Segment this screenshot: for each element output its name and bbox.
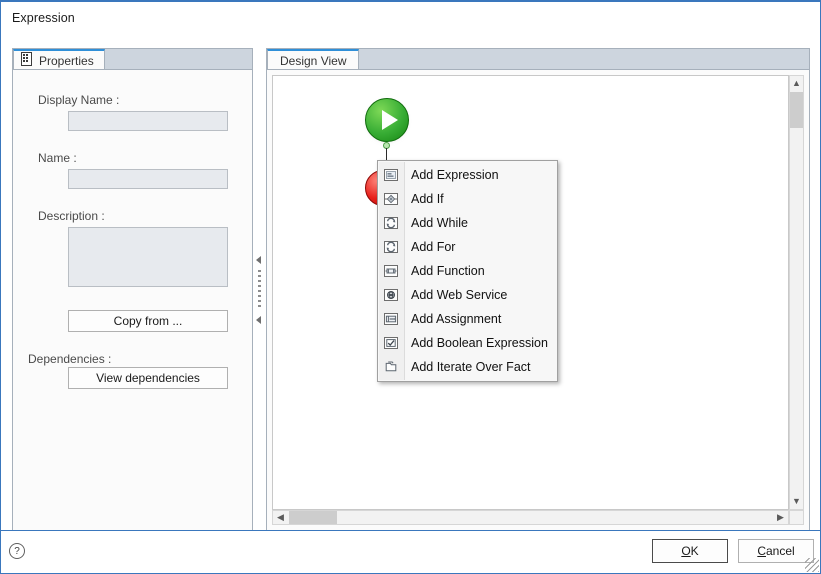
web-service-globe-icon (378, 283, 404, 307)
menu-item-label: Add If (411, 192, 444, 206)
menu-item-label: Add Iterate Over Fact (411, 360, 531, 374)
function-icon (378, 259, 404, 283)
properties-document-icon (20, 52, 34, 69)
horizontal-scroll-thumb[interactable] (289, 511, 337, 524)
canvas-vertical-scrollbar[interactable]: ▲ ▼ (789, 75, 804, 510)
start-node[interactable] (365, 98, 409, 142)
splitter-collapse-down-icon[interactable] (256, 316, 261, 324)
cancel-mnemonic: C (757, 544, 766, 558)
properties-body: Display Name : Name : Description : Copy… (12, 69, 253, 531)
scroll-up-button[interactable]: ▲ (790, 76, 803, 91)
name-label: Name : (38, 151, 77, 165)
scroll-left-button[interactable]: ◀ (273, 511, 288, 524)
tab-properties-label: Properties (39, 53, 94, 68)
menu-item-add-boolean-expression[interactable]: Add Boolean Expression (378, 331, 557, 355)
tab-properties[interactable]: Properties (13, 49, 105, 71)
menu-item-add-if[interactable]: Add If (378, 187, 557, 211)
scroll-right-button[interactable]: ▶ (773, 511, 788, 524)
menu-item-add-while[interactable]: Add While (378, 211, 557, 235)
description-label: Description : (38, 209, 105, 223)
design-tabstrip: Design View (266, 48, 810, 71)
title-bar: Expression (1, 2, 820, 34)
panel-splitter[interactable] (254, 48, 264, 531)
description-input[interactable] (68, 227, 228, 287)
view-dependencies-button[interactable]: View dependencies (68, 367, 228, 389)
menu-item-add-web-service[interactable]: Add Web Service (378, 283, 557, 307)
copy-from-button[interactable]: Copy from ... (68, 310, 228, 332)
menu-item-label: Add For (411, 240, 456, 254)
display-name-input[interactable] (68, 111, 228, 131)
help-question-icon[interactable]: ? (9, 543, 25, 559)
expression-icon (378, 163, 404, 187)
menu-item-label: Add Web Service (411, 288, 508, 302)
menu-item-label: Add Assignment (411, 312, 502, 326)
menu-item-label: Add While (411, 216, 468, 230)
menu-item-label: Add Boolean Expression (411, 336, 548, 350)
name-input[interactable] (68, 169, 228, 189)
resize-grip-icon[interactable] (805, 558, 819, 572)
play-triangle-icon (381, 110, 398, 130)
cancel-label-rest: ancel (765, 544, 795, 558)
menu-item-label: Add Expression (411, 168, 499, 182)
menu-item-add-for[interactable]: Add For (378, 235, 557, 259)
assignment-icon (378, 307, 404, 331)
tab-design-view[interactable]: Design View (267, 49, 360, 71)
scrollbar-corner (789, 510, 804, 525)
loop-while-icon (378, 211, 404, 235)
dialog-content: Properties Display Name : Name : Descrip… (1, 34, 820, 531)
page-title: Expression (12, 11, 75, 25)
ok-label-rest: K (690, 544, 699, 558)
tab-design-view-label: Design View (280, 53, 347, 68)
canvas-horizontal-scrollbar[interactable]: ◀ ▶ (272, 510, 789, 525)
iterate-folder-icon (378, 355, 404, 379)
properties-panel: Properties Display Name : Name : Descrip… (12, 48, 253, 531)
splitter-collapse-up-icon[interactable] (256, 256, 261, 264)
dependencies-label: Dependencies : (28, 352, 112, 366)
ok-mnemonic: O (681, 544, 691, 558)
cancel-button[interactable]: Cancel (738, 539, 814, 563)
menu-item-add-iterate-over-fact[interactable]: Add Iterate Over Fact (378, 355, 557, 379)
display-name-label: Display Name : (38, 93, 120, 107)
checkbox-icon (378, 331, 404, 355)
expression-dialog: Expression Properties Display Name: Nam… (0, 0, 821, 574)
menu-item-label: Add Function (411, 264, 485, 278)
menu-item-add-function[interactable]: Add Function (378, 259, 557, 283)
decision-diamond-icon (378, 187, 404, 211)
loop-for-icon (378, 235, 404, 259)
splitter-grip-icon[interactable] (258, 270, 261, 310)
add-node-context-menu[interactable]: Add Expression Add If Add While Add For … (377, 160, 558, 382)
dialog-footer: ? OK Cancel (1, 530, 820, 573)
ok-button[interactable]: OK (652, 539, 728, 563)
scroll-down-button[interactable]: ▼ (790, 494, 803, 509)
menu-item-add-expression[interactable]: Add Expression (378, 163, 557, 187)
properties-tabstrip: Properties (12, 48, 253, 71)
menu-item-add-assignment[interactable]: Add Assignment (378, 307, 557, 331)
vertical-scroll-thumb[interactable] (790, 92, 803, 128)
